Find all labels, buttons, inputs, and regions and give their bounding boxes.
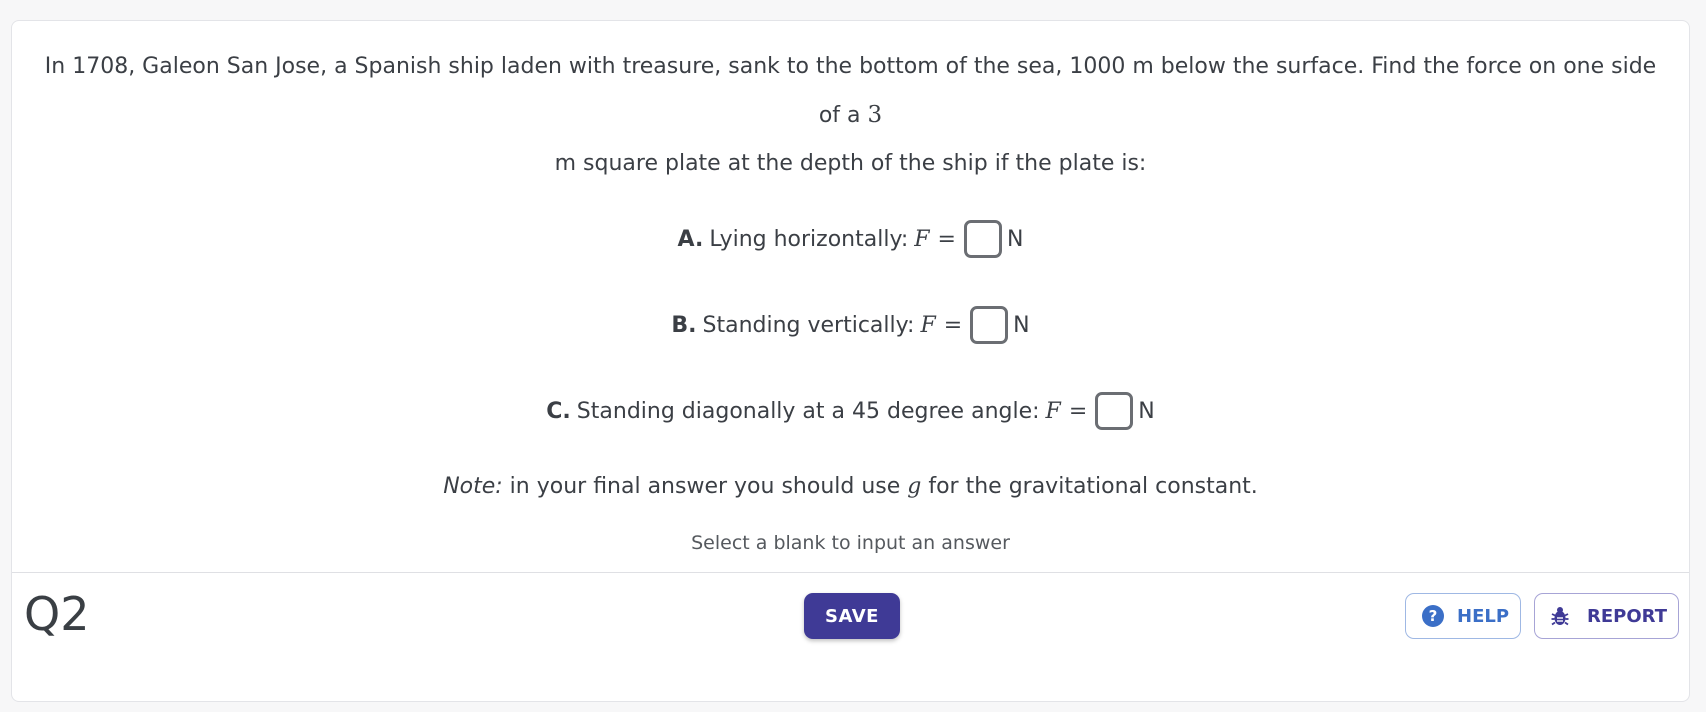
part-a-unit: N <box>1006 226 1024 252</box>
footer-divider <box>12 572 1689 573</box>
prompt-text: In 1708, Galeon San Jose, a Spanish ship… <box>44 54 1657 128</box>
question-card: In 1708, Galeon San Jose, a Spanish ship… <box>11 20 1690 702</box>
part-b-equals: = <box>943 312 963 338</box>
note-label: Note: <box>443 474 503 499</box>
note: Note: in your final answer you should us… <box>12 474 1689 499</box>
report-button[interactable]: REPORT <box>1534 593 1679 639</box>
part-a-answer-blank[interactable] <box>963 220 1002 258</box>
part-a-math: F = <box>914 227 964 252</box>
part-b-letter: B. <box>671 312 697 338</box>
part-b: B. Standing vertically: F = N <box>12 302 1689 348</box>
prompt-number: 3 <box>867 102 883 128</box>
question-prompt: In 1708, Galeon San Jose, a Spanish ship… <box>32 43 1669 188</box>
part-b-answer-blank[interactable] <box>970 306 1009 344</box>
note-variable: g <box>907 474 922 499</box>
part-b-variable: F <box>920 312 936 338</box>
report-label: REPORT <box>1587 605 1667 627</box>
part-c: C. Standing diagonally at a 45 degree an… <box>12 388 1689 434</box>
note-text-after: for the gravitational constant. <box>921 474 1258 499</box>
part-c-variable: F <box>1045 398 1061 424</box>
part-a: A. Lying horizontally: F = N <box>12 216 1689 262</box>
help-button[interactable]: ? HELP <box>1405 593 1521 639</box>
part-c-unit: N <box>1138 398 1155 424</box>
part-b-text: Standing vertically: <box>702 312 915 338</box>
part-c-text: Standing diagonally at a 45 degree angle… <box>576 398 1040 424</box>
part-c-answer-blank[interactable] <box>1095 392 1134 430</box>
part-c-equals: = <box>1068 398 1088 424</box>
part-c-letter: C. <box>546 398 571 424</box>
question-body: In 1708, Galeon San Jose, a Spanish ship… <box>12 21 1689 499</box>
part-b-unit: N <box>1013 312 1030 338</box>
question-number: Q2 <box>24 587 90 641</box>
part-a-equals: = <box>937 226 956 252</box>
save-button[interactable]: SAVE <box>804 593 900 639</box>
bug-icon <box>1549 605 1571 627</box>
part-a-variable: F <box>914 226 930 252</box>
help-label: HELP <box>1457 605 1510 627</box>
prompt-text-line2: m square plate at the depth of the ship … <box>554 151 1147 176</box>
part-a-text: Lying horizontally: <box>709 226 909 252</box>
part-b-math: F = <box>920 313 970 338</box>
part-a-letter: A. <box>677 226 704 252</box>
part-c-math: F = <box>1046 399 1096 424</box>
question-circle-icon: ? <box>1422 605 1444 627</box>
note-text-before: in your final answer you should use <box>502 474 908 499</box>
input-hint: Select a blank to input an answer <box>691 532 1010 554</box>
